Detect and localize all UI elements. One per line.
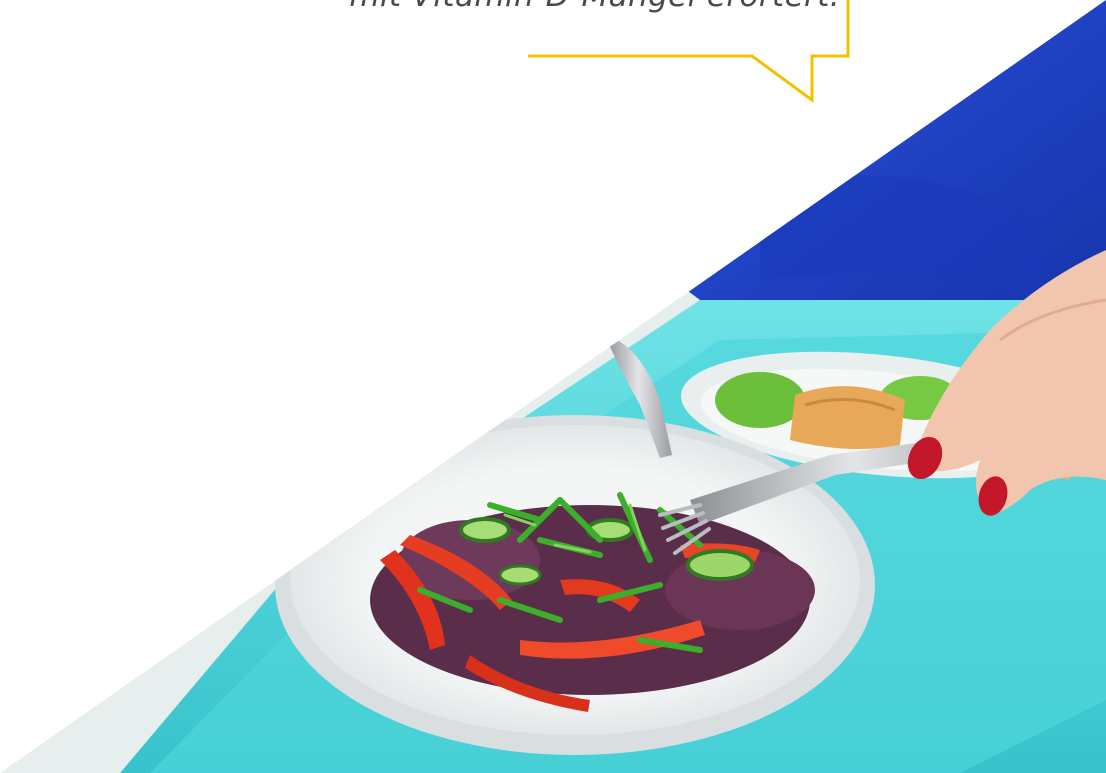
callout-quote-text: mit Vitamin-D-Mangel erörtert. bbox=[120, 0, 840, 14]
page-canvas: mit Vitamin-D-Mangel erörtert. bbox=[0, 0, 1106, 773]
meal-tray-photo bbox=[0, 0, 1106, 773]
